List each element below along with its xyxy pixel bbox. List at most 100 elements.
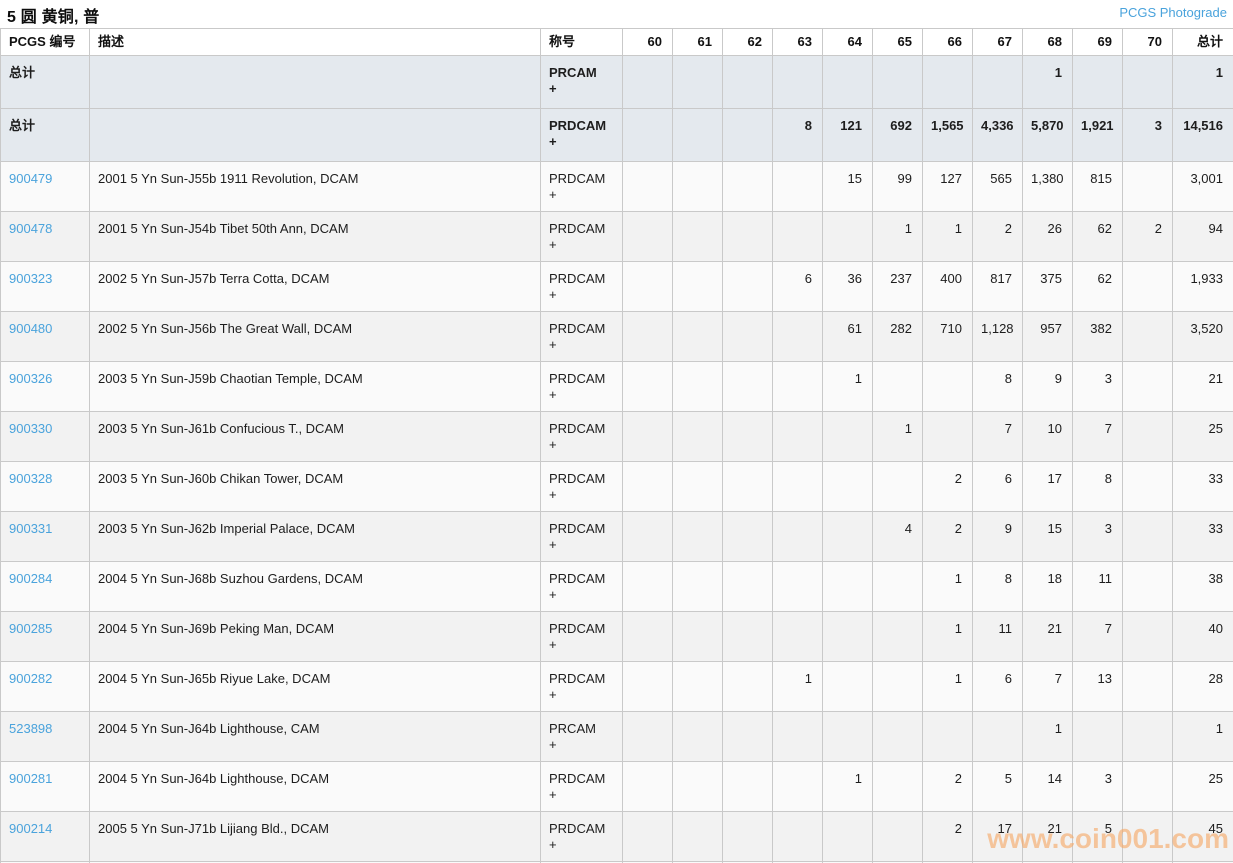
designation: PRDCAM + — [541, 109, 623, 162]
grade-60-count — [623, 712, 673, 762]
grade-65-count: 1 — [873, 212, 923, 262]
population-report-page: 5 圆 黄铜, 普 PCGS Photograde PCGS 编号 描述 称号 … — [0, 0, 1233, 863]
pcgs-number-link[interactable]: 900214 — [9, 821, 52, 836]
grade-67-count — [973, 712, 1023, 762]
grade-60-count — [623, 462, 673, 512]
col-header-grade-66: 66 — [923, 29, 973, 56]
grade-68-count: 957 — [1023, 312, 1073, 362]
grade-64-count — [823, 512, 873, 562]
total-count: 1 — [1173, 56, 1233, 109]
grade-68-count: 18 — [1023, 562, 1073, 612]
table-header-row: PCGS 编号 描述 称号 6061626364656667686970总计 — [1, 29, 1233, 56]
pcgs-number-link[interactable]: 900479 — [9, 171, 52, 186]
coin-description — [90, 56, 541, 109]
designation: PRDCAM + — [541, 562, 623, 612]
photograde-link[interactable]: PCGS Photograde — [1119, 5, 1227, 20]
grade-70-count — [1123, 462, 1173, 512]
total-count: 1,933 — [1173, 262, 1233, 312]
grade-60-count — [623, 812, 673, 862]
grade-69-count: 11 — [1073, 562, 1123, 612]
col-header-grade-61: 61 — [673, 29, 723, 56]
table-row: 9003312003 5 Yn Sun-J62b Imperial Palace… — [1, 512, 1233, 562]
pcgs-number-cell: 900479 — [1, 162, 90, 212]
col-header-grade-65: 65 — [873, 29, 923, 56]
coin-description: 2002 5 Yn Sun-J57b Terra Cotta, DCAM — [90, 262, 541, 312]
pcgs-number-link[interactable]: 900328 — [9, 471, 52, 486]
pcgs-number-link[interactable]: 900326 — [9, 371, 52, 386]
grade-63-count — [773, 812, 823, 862]
grade-66-count: 2 — [923, 462, 973, 512]
grade-70-count — [1123, 412, 1173, 462]
coin-description: 2003 5 Yn Sun-J59b Chaotian Temple, DCAM — [90, 362, 541, 412]
grade-60-count — [623, 212, 673, 262]
grade-63-count — [773, 562, 823, 612]
grade-70-count — [1123, 312, 1173, 362]
grade-65-count — [873, 812, 923, 862]
grade-64-count — [823, 412, 873, 462]
pcgs-number-link[interactable]: 900323 — [9, 271, 52, 286]
table-row: 9002852004 5 Yn Sun-J69b Peking Man, DCA… — [1, 612, 1233, 662]
designation: PRDCAM + — [541, 262, 623, 312]
grade-69-count: 382 — [1073, 312, 1123, 362]
pcgs-number-link[interactable]: 900480 — [9, 321, 52, 336]
grade-69-count: 3 — [1073, 512, 1123, 562]
grade-66-count: 400 — [923, 262, 973, 312]
grade-66-count: 1 — [923, 562, 973, 612]
grade-70-count — [1123, 512, 1173, 562]
grade-67-count — [973, 56, 1023, 109]
total-count: 3,001 — [1173, 162, 1233, 212]
grade-66-count: 710 — [923, 312, 973, 362]
col-header-grade-68: 68 — [1023, 29, 1073, 56]
grade-63-count — [773, 212, 823, 262]
grade-65-count: 1 — [873, 412, 923, 462]
grade-63-count: 8 — [773, 109, 823, 162]
total-count: 1 — [1173, 712, 1233, 762]
grade-69-count: 7 — [1073, 612, 1123, 662]
pcgs-number-link[interactable]: 900281 — [9, 771, 52, 786]
grade-62-count — [723, 712, 773, 762]
grade-64-count: 61 — [823, 312, 873, 362]
pcgs-number-link[interactable]: 900285 — [9, 621, 52, 636]
grade-67-count: 9 — [973, 512, 1023, 562]
grade-68-count: 21 — [1023, 612, 1073, 662]
total-count: 33 — [1173, 462, 1233, 512]
pcgs-number-link[interactable]: 900284 — [9, 571, 52, 586]
pcgs-number-cell: 900285 — [1, 612, 90, 662]
grade-68-count: 17 — [1023, 462, 1073, 512]
pcgs-number-link[interactable]: 523898 — [9, 721, 52, 736]
grade-70-count: 2 — [1123, 212, 1173, 262]
coin-description — [90, 109, 541, 162]
grade-65-count — [873, 56, 923, 109]
pcgs-number-link[interactable]: 900330 — [9, 421, 52, 436]
pcgs-number-link[interactable]: 900282 — [9, 671, 52, 686]
grade-67-count: 8 — [973, 362, 1023, 412]
designation: PRDCAM + — [541, 162, 623, 212]
grade-69-count: 1,921 — [1073, 109, 1123, 162]
pcgs-number-link[interactable]: 900331 — [9, 521, 52, 536]
pcgs-number-link[interactable]: 900478 — [9, 221, 52, 236]
grade-61-count — [673, 712, 723, 762]
grade-69-count: 7 — [1073, 412, 1123, 462]
col-header-grade-60: 60 — [623, 29, 673, 56]
grade-65-count — [873, 662, 923, 712]
grade-63-count: 1 — [773, 662, 823, 712]
grade-67-count: 6 — [973, 462, 1023, 512]
page-title: 5 圆 黄铜, 普 — [7, 3, 99, 27]
designation: PRDCAM + — [541, 812, 623, 862]
grade-60-count — [623, 512, 673, 562]
grade-60-count — [623, 362, 673, 412]
grade-63-count — [773, 312, 823, 362]
grade-61-count — [673, 412, 723, 462]
grade-66-count: 2 — [923, 812, 973, 862]
grade-64-count — [823, 812, 873, 862]
grade-69-count: 815 — [1073, 162, 1123, 212]
pcgs-number-cell: 900323 — [1, 262, 90, 312]
grade-70-count: 3 — [1123, 109, 1173, 162]
grade-70-count — [1123, 612, 1173, 662]
pcgs-number-cell: 900480 — [1, 312, 90, 362]
table-row: 9002842004 5 Yn Sun-J68b Suzhou Gardens,… — [1, 562, 1233, 612]
grade-70-count — [1123, 812, 1173, 862]
grade-65-count: 99 — [873, 162, 923, 212]
grade-68-count: 5,870 — [1023, 109, 1073, 162]
col-header-grade-67: 67 — [973, 29, 1023, 56]
